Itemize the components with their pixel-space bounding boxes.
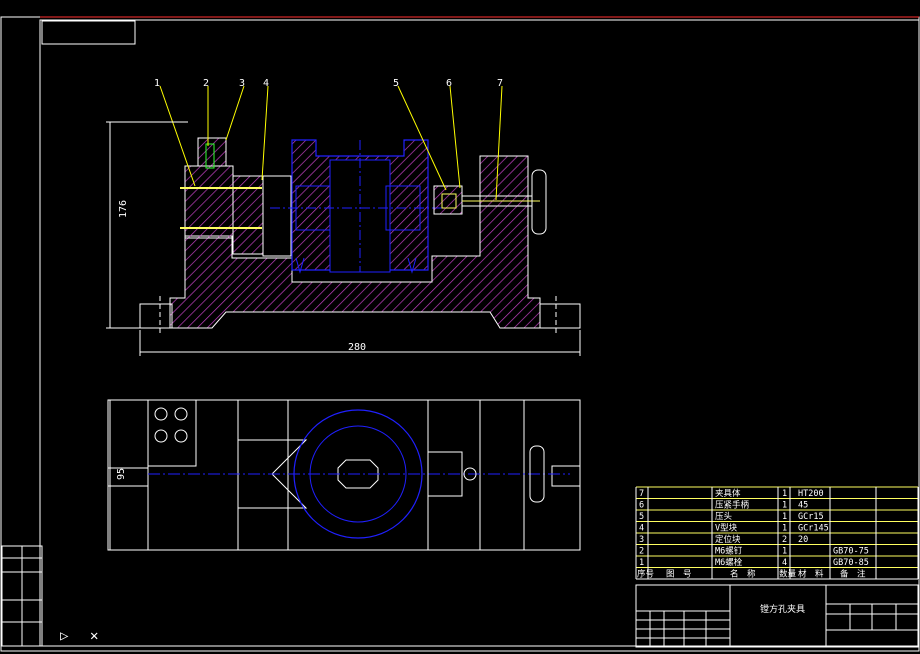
plan-locating-block — [147, 399, 197, 467]
dimension-height-value: 176 — [118, 200, 129, 218]
plan-base-outline — [107, 399, 581, 551]
parts-row-no: 1 — [639, 558, 644, 568]
drawing-frame — [39, 19, 920, 647]
parts-header-qty: 数量 — [779, 569, 797, 580]
parts-row-qty: 1 — [782, 501, 787, 511]
dimension-plan-depth-value: 95 — [116, 468, 127, 480]
parts-row-qty: 1 — [782, 547, 787, 557]
view-cross-symbol: ✕ — [90, 628, 98, 644]
base-right-foot — [539, 303, 581, 329]
balloon-1: 1 — [154, 78, 160, 89]
screw-boss — [197, 137, 227, 167]
title-block-title: 镗方孔夹具 — [760, 603, 805, 615]
parts-row-name: M6螺栓 — [715, 557, 743, 568]
parts-row-no: 7 — [639, 489, 644, 499]
balloon-4: 4 — [263, 78, 269, 89]
balloon-2: 2 — [203, 78, 209, 89]
press-head — [433, 185, 463, 215]
parts-row-no: 2 — [639, 547, 644, 557]
plan-right-slot — [551, 465, 581, 487]
handwheel — [531, 169, 547, 235]
parts-row-material: 45 — [798, 501, 808, 511]
parts-row-no: 6 — [639, 501, 644, 511]
parts-row-qty: 1 — [782, 524, 787, 534]
parts-row-name: 压头 — [715, 511, 733, 522]
parts-header-code: 图 号 — [666, 570, 692, 580]
parts-row-qty: 1 — [782, 489, 787, 499]
parts-row-qty: 4 — [782, 558, 787, 568]
parts-row-name: 夹具体 — [715, 488, 741, 499]
v-block-jaw — [262, 175, 292, 257]
plan-left-slot — [107, 467, 149, 487]
balloon-5: 5 — [393, 78, 399, 89]
parts-header-name: 名 称 — [730, 569, 756, 580]
parts-row-note: GB70-75 — [833, 547, 869, 557]
parts-row-no: 4 — [639, 524, 644, 534]
parts-row-name: M6螺钉 — [715, 546, 743, 557]
parts-row-qty: 2 — [782, 535, 787, 545]
parts-row-qty: 1 — [782, 512, 787, 522]
balloon-7: 7 — [497, 78, 503, 89]
parts-list: 7 夹具体 1 HT200 6 压紧手柄 1 45 5 压头 1 GCr15 4 V型块 1 GCr145 3 定… — [635, 486, 919, 580]
drawing-svg: 1 2 3 4 5 6 7 176 280 95 ▷ ✕ 7 夹具体 1 HT2… — [0, 16, 920, 652]
title-block — [635, 584, 919, 648]
parts-row-name: 定位块 — [715, 534, 741, 545]
view-arrow-symbol: ▷ — [60, 628, 69, 644]
parts-header-note: 备 注 — [840, 569, 866, 580]
plan-bolt-heads — [154, 407, 188, 443]
front-view: 1 2 3 4 5 6 7 176 280 — [106, 78, 581, 356]
parts-header-no: 序号 — [637, 569, 654, 580]
balloon-6: 6 — [446, 78, 452, 89]
parts-row-material: HT200 — [798, 489, 824, 499]
dimension-width-value: 280 — [348, 342, 366, 353]
dimension-height — [106, 121, 188, 329]
parts-row-material: GCr145 — [798, 524, 829, 534]
drawing-number-box — [41, 20, 136, 45]
parts-row-note: GB70-85 — [833, 558, 869, 568]
parts-row-name: V型块 — [715, 523, 738, 534]
base-left-foot — [139, 303, 173, 329]
parts-header-material: 材 料 — [798, 569, 824, 580]
left-revision-strip — [1, 545, 43, 647]
parts-row-material: GCr15 — [798, 512, 824, 522]
parts-row-no: 5 — [639, 512, 644, 522]
parts-row-material: 20 — [798, 535, 808, 545]
balloon-labels: 1 2 3 4 5 6 7 — [154, 78, 503, 89]
cad-drawing-canvas: 1 2 3 4 5 6 7 176 280 95 ▷ ✕ 7 夹具体 1 HT2… — [0, 0, 920, 654]
parts-row-name: 压紧手柄 — [715, 500, 750, 511]
balloon-3: 3 — [239, 78, 245, 89]
plan-view: 95 — [107, 399, 581, 551]
parts-row-no: 3 — [639, 535, 644, 545]
